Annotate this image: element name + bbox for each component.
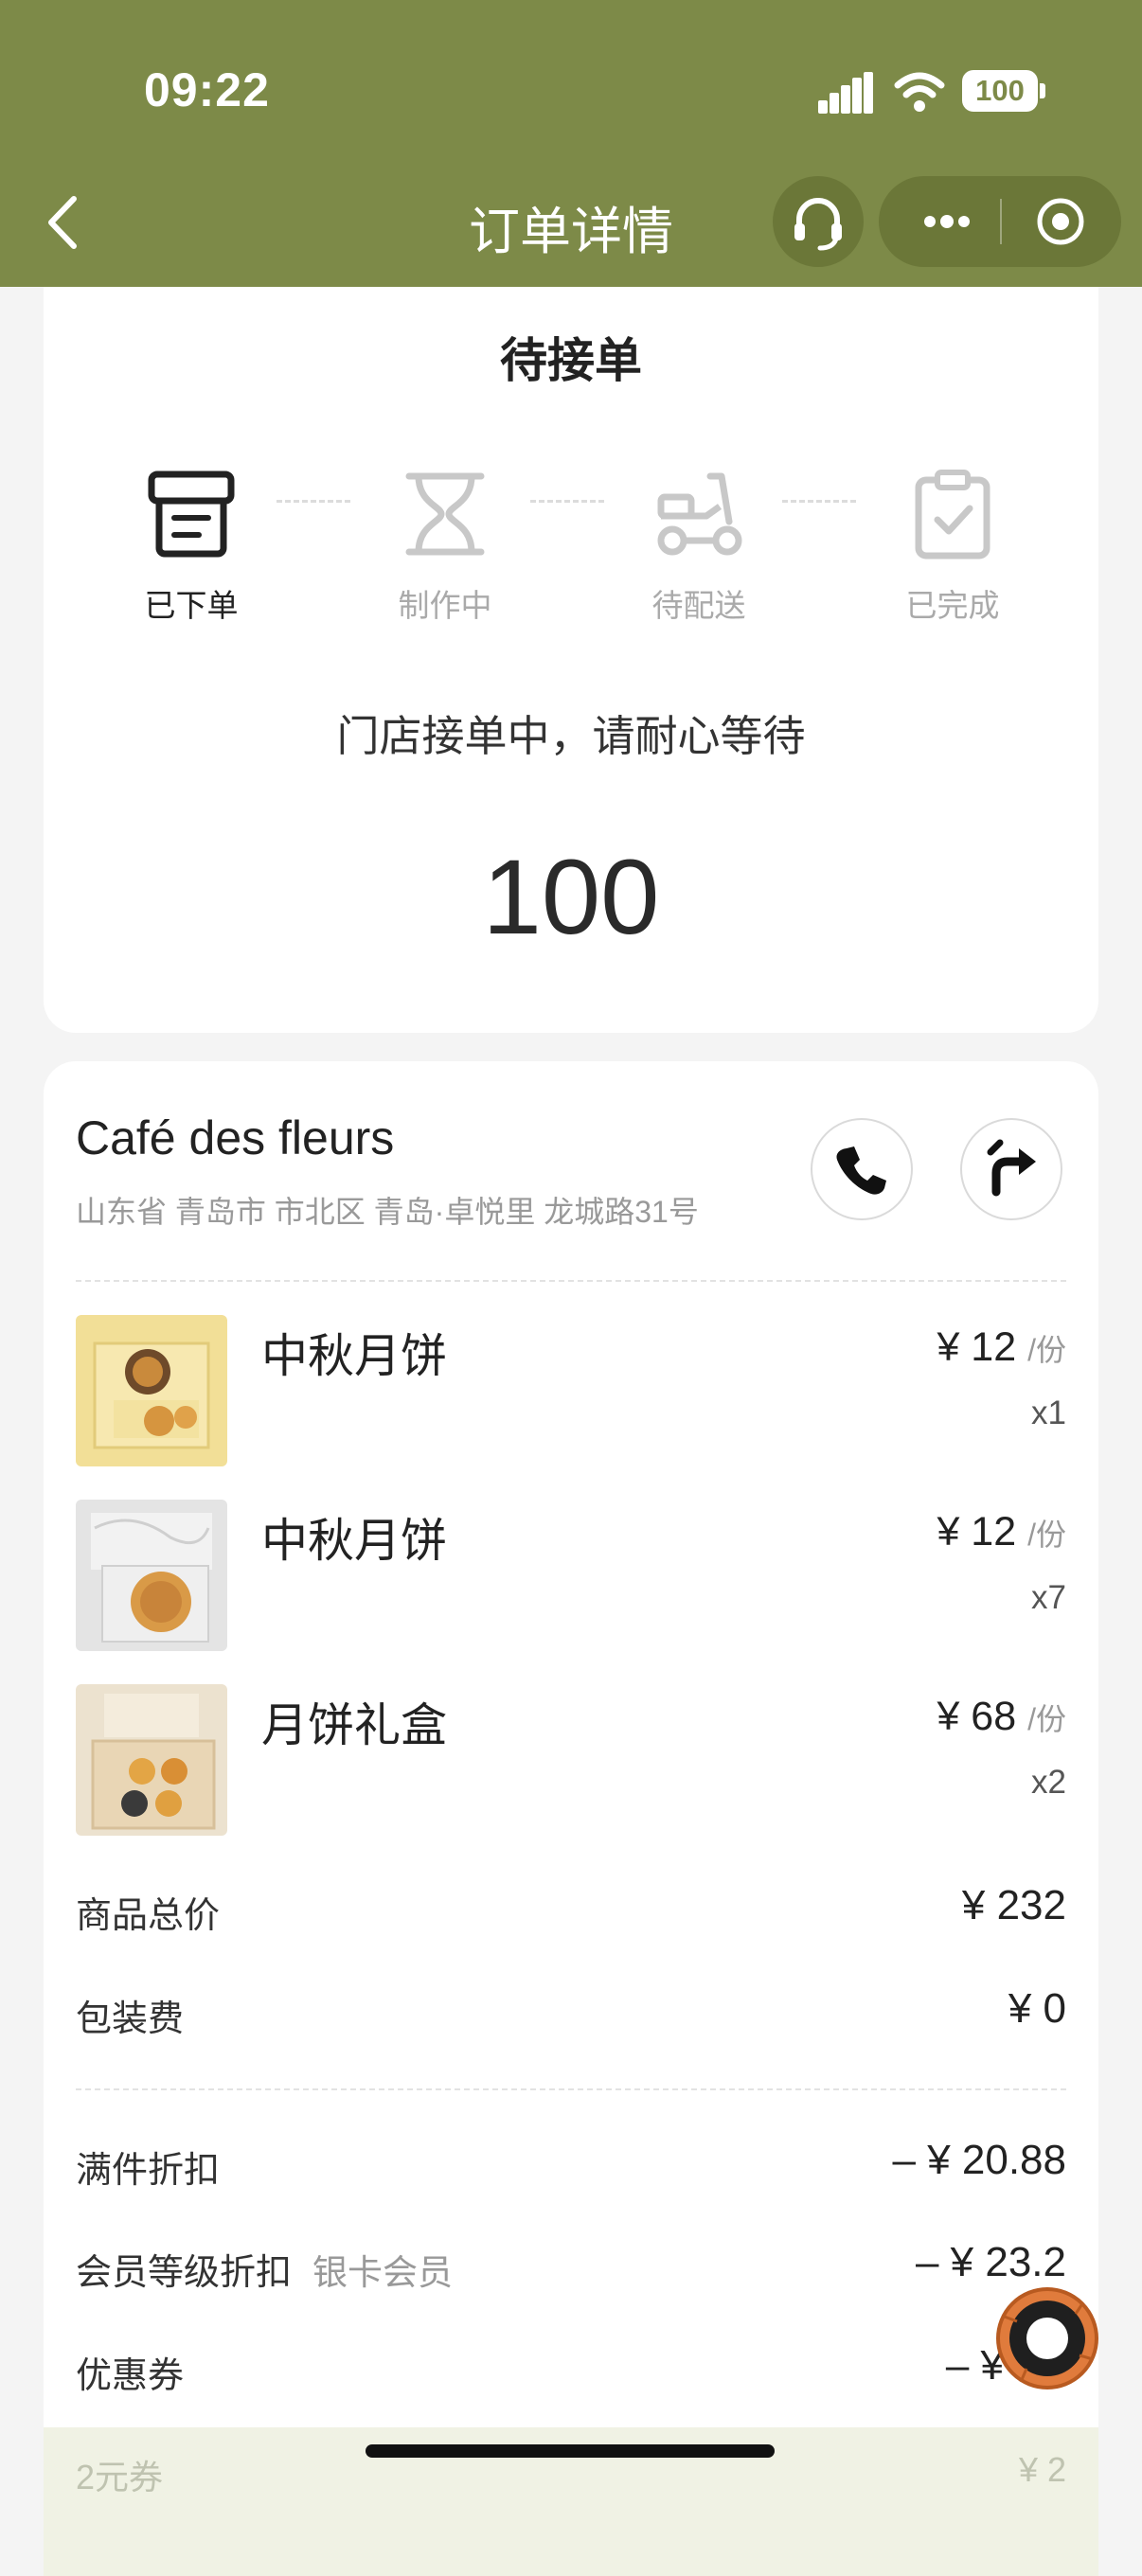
bulk-discount-label: 满件折扣: [76, 2151, 221, 2191]
order-status-card: 待接单 已下单 制作中 待配送 已完成 门店接单中，请耐心等待 100: [44, 287, 1098, 1033]
step-label: 制作中: [398, 588, 492, 623]
member-discount-value: – ¥ 23.2: [915, 2239, 1066, 2285]
scooter-icon: [657, 472, 742, 556]
hourglass-icon: [405, 472, 485, 556]
phone-icon: [836, 1146, 886, 1195]
navigate-button[interactable]: [960, 1118, 1062, 1220]
item-price: ¥ 68 /份: [937, 1694, 1066, 1739]
step-ordered: 已下单: [106, 469, 277, 626]
item-quantity: x1: [1031, 1395, 1066, 1431]
item-name: 中秋月饼: [261, 1331, 448, 1382]
order-item: 月饼礼盒 ¥ 68 /份 x2: [76, 1684, 1066, 1836]
item-quantity: x2: [1031, 1764, 1066, 1801]
step-preparing: 制作中: [360, 469, 530, 626]
step-connector: [782, 500, 856, 503]
mini-program-capsule: [879, 176, 1121, 267]
subtotal-value: ¥ 232: [961, 1882, 1066, 1928]
packaging-fee-label: 包装费: [76, 1999, 185, 2039]
item-quantity: x7: [1031, 1579, 1066, 1616]
more-options-icon[interactable]: [907, 176, 987, 267]
coupon-label: 优惠券: [76, 2356, 185, 2396]
item-price: ¥ 12 /份: [937, 1324, 1066, 1370]
packaging-fee-row: 包装费 ¥ 0: [76, 1985, 1066, 2046]
status-time: 09:22: [144, 63, 270, 116]
wifi-icon: [894, 72, 945, 112]
battery-indicator: 100: [962, 70, 1038, 112]
divider: [76, 1280, 1066, 1282]
item-name: 月饼礼盒: [261, 1700, 448, 1751]
item-price: ¥ 12 /份: [937, 1509, 1066, 1554]
step-label: 已下单: [144, 588, 239, 623]
receipt-icon: [148, 471, 235, 558]
divider: [76, 2088, 1066, 2090]
status-message: 门店接单中，请耐心等待: [336, 712, 806, 760]
bulk-discount-row: 满件折扣 – ¥ 20.88: [76, 2137, 1066, 2197]
step-label: 已完成: [905, 588, 1000, 623]
product-image: [76, 1500, 227, 1651]
header-bar: 09:22 100 订单详情: [0, 0, 1142, 287]
coupon-detail-value: ¥ 2: [1018, 2450, 1066, 2489]
product-image: [76, 1315, 227, 1466]
store-address: 山东省 青岛市 市北区 青岛·卓悦里 龙城路31号: [76, 1195, 699, 1229]
customer-service-button[interactable]: [773, 176, 864, 267]
store-name: Café des fleurs: [76, 1111, 395, 1164]
step-connector: [530, 500, 604, 503]
floating-assistant-icon[interactable]: [992, 2283, 1102, 2393]
step-connector: [277, 500, 350, 503]
step-completed: 已完成: [867, 469, 1038, 626]
order-status-title: 待接单: [500, 334, 642, 387]
order-details-card: Café des fleurs 山东省 青岛市 市北区 青岛·卓悦里 龙城路31…: [44, 1061, 1098, 2576]
order-item: 中秋月饼 ¥ 12 /份 x1: [76, 1315, 1066, 1466]
call-store-button[interactable]: [811, 1118, 913, 1220]
capsule-divider: [1000, 199, 1002, 244]
navigation-turn-icon: [987, 1139, 1036, 1197]
member-discount-row: 会员等级折扣 银卡会员 – ¥ 23.2: [76, 2239, 1066, 2300]
subtotal-row: 商品总价 ¥ 232: [76, 1882, 1066, 1943]
product-image: [76, 1684, 227, 1836]
coupon-detail-label: 2元券: [76, 2458, 164, 2496]
member-level: 银卡会员: [312, 2253, 454, 2292]
battery-tip: [1040, 83, 1045, 98]
headset-icon: [794, 198, 842, 251]
clipboard-check-icon: [915, 470, 990, 560]
home-indicator: [366, 2444, 775, 2458]
subtotal-label: 商品总价: [76, 1896, 221, 1936]
order-item: 中秋月饼 ¥ 12 /份 x7: [76, 1500, 1066, 1651]
queue-number: 100: [482, 838, 660, 956]
cellular-signal-icon: [818, 72, 875, 114]
close-target-icon[interactable]: [1030, 176, 1106, 267]
packaging-fee-value: ¥ 0: [1008, 1985, 1066, 2032]
step-delivery: 待配送: [614, 469, 784, 626]
bulk-discount-value: – ¥ 20.88: [892, 2137, 1067, 2183]
coupon-row: 优惠券 – ¥: [76, 2342, 1066, 2403]
item-name: 中秋月饼: [261, 1516, 448, 1567]
step-label: 待配送: [651, 588, 746, 623]
member-discount-label: 会员等级折扣 银卡会员: [76, 2253, 454, 2293]
